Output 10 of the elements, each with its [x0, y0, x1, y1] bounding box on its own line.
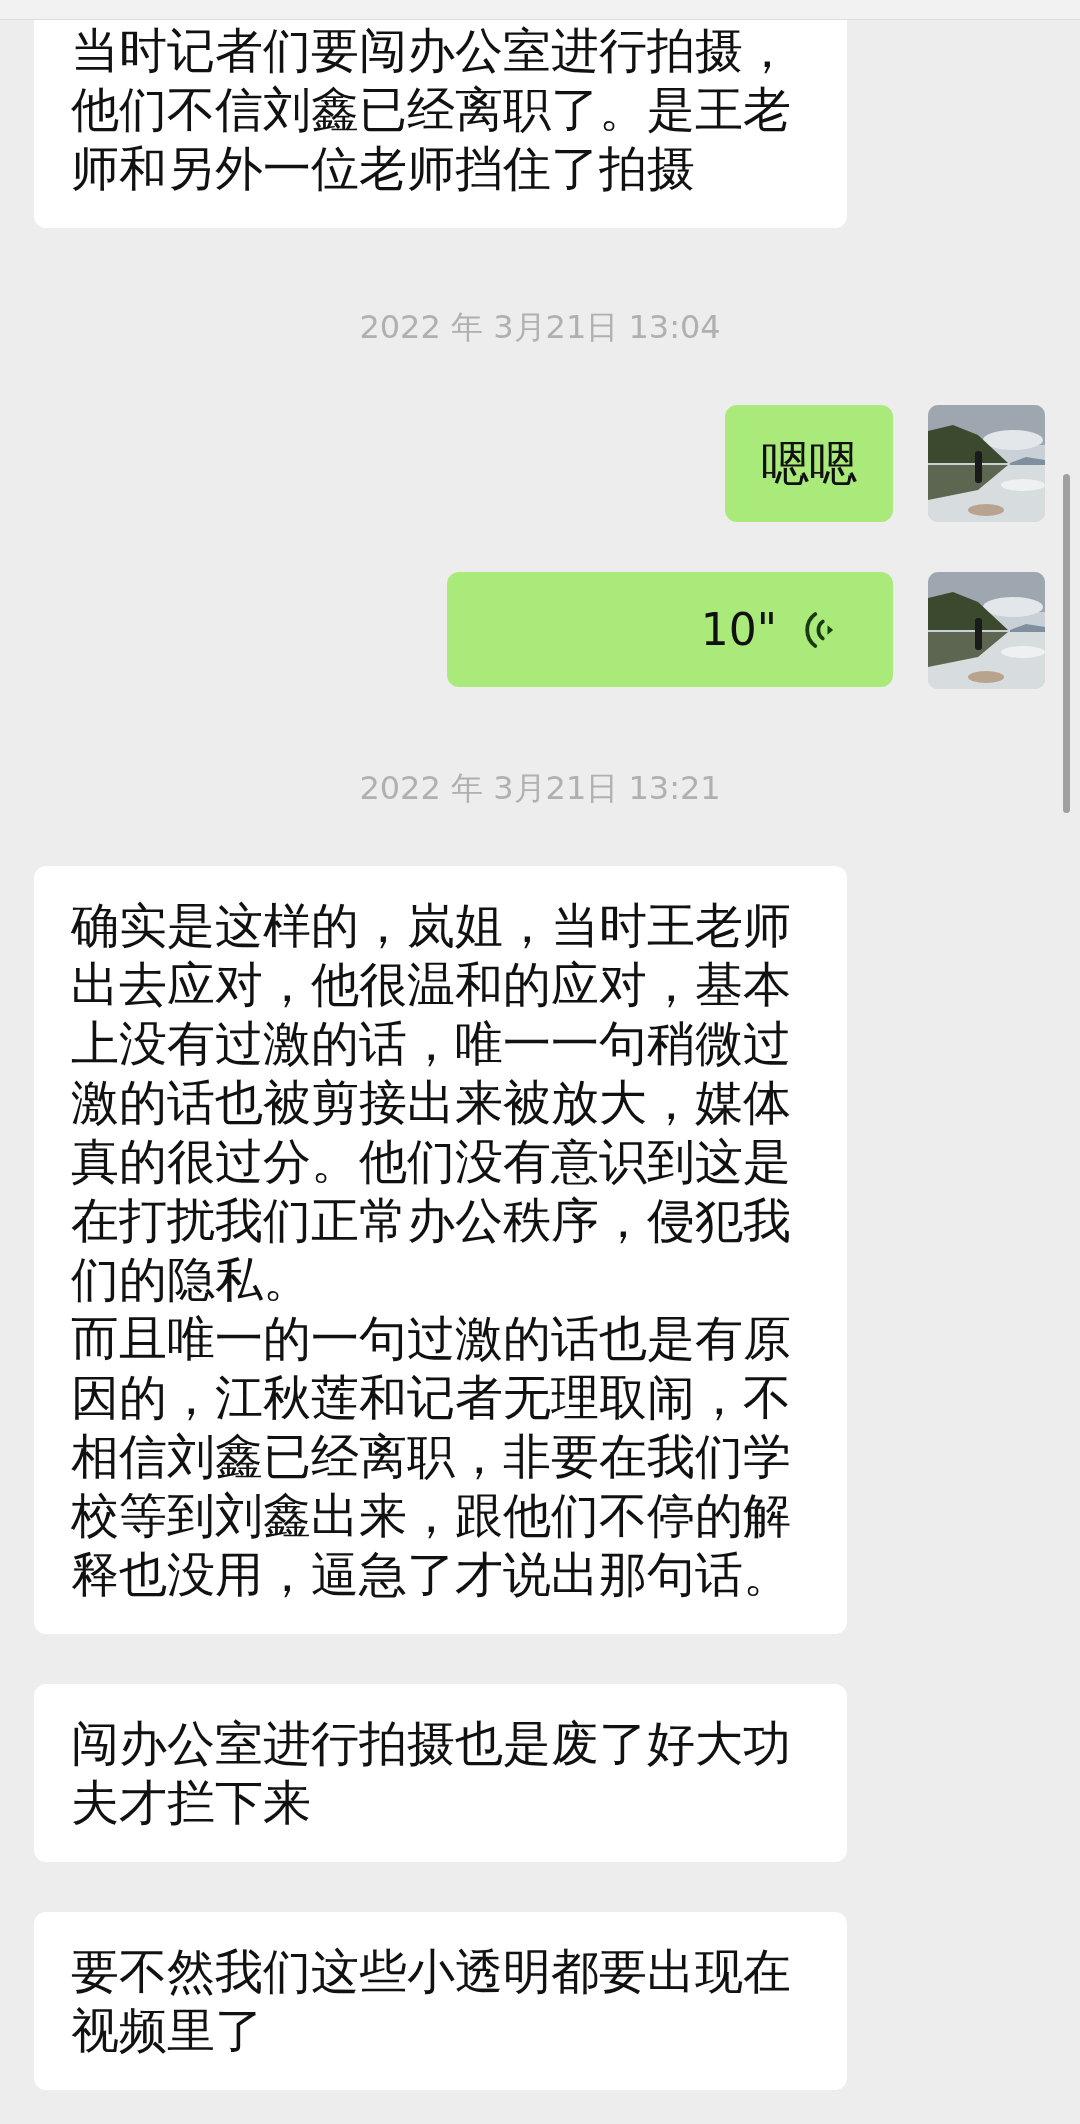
voice-message[interactable]: 10" — [447, 572, 893, 687]
message-text: 而且唯一的一句过激的话也是有原因的，江秋莲和记者无理取闹，不相信刘鑫已经离职，非要在我们学校等到刘鑫出来，跟他们不停的解释也没用，逼急了才说出那句话。 — [71, 1309, 792, 1604]
message-text: 嗯嗯 — [761, 434, 857, 493]
message-text: 确实是这样的，岚姐，当时王老师出去应对，他很温和的应对，基本上没有过激的话，唯一一句稍微过激的话也被剪接出来被放大，媒体真的很过分。他们没有意识到这是在打扰我们正常办公秩序，侵犯我们的隐私。 — [71, 896, 792, 1309]
message-text: 当时记者们要闯办公室进行拍摄，他们不信刘鑫已经离职了。是王老师和另外一位老师挡住了拍摄 — [71, 21, 792, 198]
message-text: 闯办公室进行拍摄也是废了好大功夫才拦下来 — [71, 1714, 792, 1832]
message-text: 要不然我们这些小透明都要出现在视频里了 — [71, 1942, 792, 2060]
scrollbar[interactable] — [1063, 474, 1070, 813]
timestamp: 2022 年 3月21日 13:04 — [358, 307, 722, 347]
timestamp: 2022 年 3月21日 13:21 — [358, 768, 722, 808]
